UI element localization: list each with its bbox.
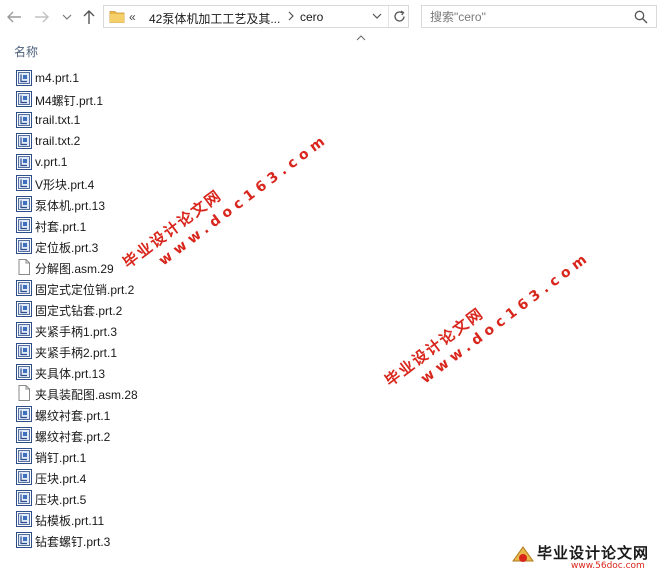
- file-name: 夹紧手柄2.prt.1: [35, 346, 118, 360]
- part-icon: [16, 322, 32, 338]
- recent-locations-button[interactable]: [60, 8, 74, 26]
- file-list-item[interactable]: 压块.prt.4: [0, 467, 400, 488]
- file-list-item[interactable]: 夹紧手柄2.prt.1: [0, 341, 400, 362]
- file-name: v.prt.1: [35, 155, 68, 169]
- part-icon: [16, 280, 32, 296]
- file-list-item[interactable]: 夹具体.prt.13: [0, 362, 400, 383]
- file-name: 衬套.prt.1: [35, 220, 87, 234]
- file-name: 压块.prt.4: [35, 472, 87, 486]
- file-list-item[interactable]: V形块.prt.4: [0, 173, 400, 194]
- part-icon: [16, 490, 32, 506]
- column-header-name[interactable]: 名称: [14, 43, 38, 60]
- file-list-item[interactable]: 固定式定位销.prt.2: [0, 278, 400, 299]
- file-list: m4.prt.1 M4螺钉.prt.1 trail.txt.1 trail.txt.2…: [0, 68, 665, 551]
- file-list-item[interactable]: 分解图.asm.29: [0, 257, 400, 278]
- file-name: 螺纹衬套.prt.1: [35, 409, 111, 423]
- file-name: 分解图.asm.29: [35, 262, 114, 276]
- file-name: V形块.prt.4: [35, 178, 95, 192]
- part-icon: [16, 448, 32, 464]
- refresh-button[interactable]: [388, 6, 409, 27]
- file-name: M4螺钉.prt.1: [35, 94, 104, 108]
- site-logo: 毕业设计论文网 www.56doc.com: [511, 541, 661, 573]
- chevron-down-icon: [62, 14, 72, 20]
- part-icon: [16, 238, 32, 254]
- address-bar[interactable]: « 42泵体机加工工艺及其... cero: [103, 5, 409, 28]
- sort-ascending-icon: [356, 35, 366, 41]
- blank-file-icon: [16, 259, 32, 275]
- file-name: 压块.prt.5: [35, 493, 87, 507]
- file-name: 固定式定位销.prt.2: [35, 283, 135, 297]
- file-name: 销钉.prt.1: [35, 451, 87, 465]
- file-name: m4.prt.1: [35, 71, 80, 85]
- column-header: 名称: [0, 34, 665, 62]
- part-icon: [16, 301, 32, 317]
- navigation-bar: « 42泵体机加工工艺及其... cero: [0, 0, 665, 34]
- part-icon: [16, 133, 32, 149]
- file-list-item[interactable]: 螺纹衬套.prt.2: [0, 425, 400, 446]
- logo-url: www.56doc.com: [571, 561, 645, 571]
- file-list-item[interactable]: trail.txt.1: [0, 110, 400, 131]
- part-icon: [16, 406, 32, 422]
- breadcrumb-parent[interactable]: 42泵体机加工工艺及其...: [149, 10, 280, 27]
- refresh-icon: [393, 10, 405, 22]
- file-name: trail.txt.1: [35, 113, 81, 127]
- file-list-item[interactable]: v.prt.1: [0, 152, 400, 173]
- file-list-item[interactable]: 固定式钻套.prt.2: [0, 299, 400, 320]
- file-name: 夹具体.prt.13: [35, 367, 106, 381]
- file-name: 夹具装配图.asm.28: [35, 388, 138, 402]
- file-name: 泵体机.prt.13: [35, 199, 106, 213]
- search-input[interactable]: [430, 9, 620, 24]
- part-icon: [16, 217, 32, 233]
- file-list-item[interactable]: 钻套螺钉.prt.3: [0, 530, 400, 551]
- folder-icon: [109, 11, 125, 23]
- part-icon: [16, 70, 32, 86]
- file-list-item[interactable]: m4.prt.1: [0, 68, 400, 89]
- forward-button[interactable]: [33, 8, 51, 26]
- part-icon: [16, 511, 32, 527]
- file-list-item[interactable]: 压块.prt.5: [0, 488, 400, 509]
- file-name: 夹紧手柄1.prt.3: [35, 325, 118, 339]
- file-list-item[interactable]: 螺纹衬套.prt.1: [0, 404, 400, 425]
- arrow-right-icon: [35, 11, 49, 23]
- file-list-item[interactable]: 销钉.prt.1: [0, 446, 400, 467]
- chevron-right-icon[interactable]: [287, 11, 295, 21]
- up-button[interactable]: [80, 8, 98, 26]
- address-overflow-button[interactable]: «: [129, 10, 136, 24]
- part-icon: [16, 154, 32, 170]
- file-list-item[interactable]: 夹具装配图.asm.28: [0, 383, 400, 404]
- file-list-item[interactable]: 夹紧手柄1.prt.3: [0, 320, 400, 341]
- logo-title: 毕业设计论文网: [537, 544, 650, 562]
- part-icon: [16, 532, 32, 548]
- logo-mark-icon: [512, 546, 534, 562]
- file-name: 螺纹衬套.prt.2: [35, 430, 111, 444]
- address-history-chevron-icon[interactable]: [372, 12, 382, 20]
- file-name: 钻模板.prt.11: [35, 514, 105, 528]
- part-icon: [16, 196, 32, 212]
- search-box[interactable]: [421, 5, 657, 28]
- file-list-item[interactable]: trail.txt.2: [0, 131, 400, 152]
- file-name: 固定式钻套.prt.2: [35, 304, 123, 318]
- breadcrumb-current[interactable]: cero: [300, 10, 323, 24]
- part-icon: [16, 469, 32, 485]
- part-icon: [16, 112, 32, 128]
- file-list-item[interactable]: 钻模板.prt.11: [0, 509, 400, 530]
- search-icon[interactable]: [634, 10, 648, 24]
- arrow-up-icon: [83, 10, 95, 24]
- part-icon: [16, 175, 32, 191]
- file-list-item[interactable]: M4螺钉.prt.1: [0, 89, 400, 110]
- part-icon: [16, 343, 32, 359]
- arrow-left-icon: [7, 11, 21, 23]
- part-icon: [16, 427, 32, 443]
- file-name: 钻套螺钉.prt.3: [35, 535, 111, 549]
- part-icon: [16, 364, 32, 380]
- part-icon: [16, 91, 32, 107]
- file-name: trail.txt.2: [35, 134, 81, 148]
- blank-file-icon: [16, 385, 32, 401]
- back-button[interactable]: [5, 8, 23, 26]
- file-name: 定位板.prt.3: [35, 241, 99, 255]
